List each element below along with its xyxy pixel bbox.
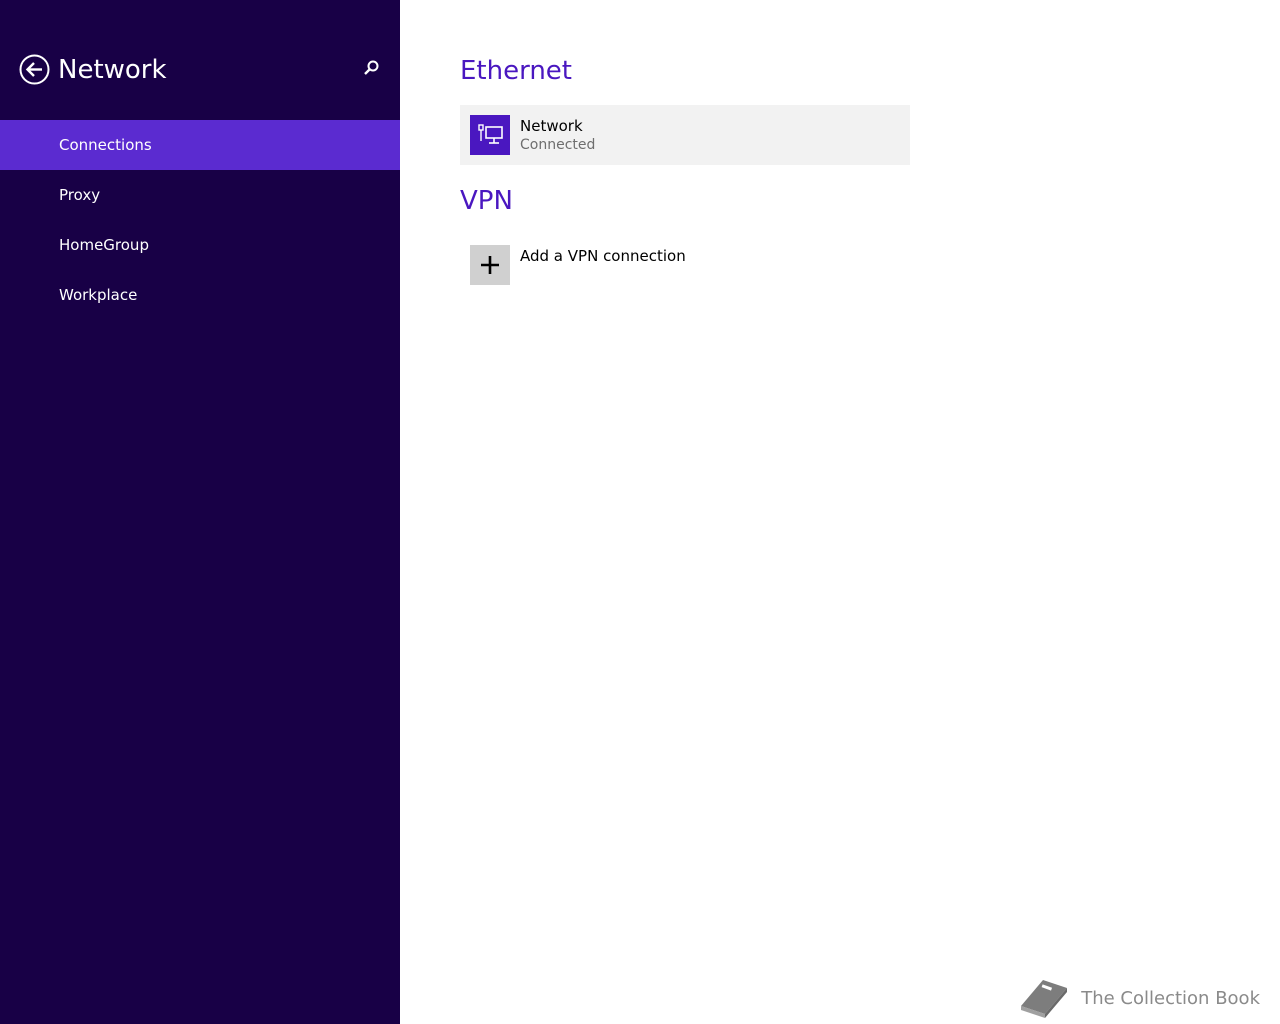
- vpn-heading: VPN: [460, 186, 513, 216]
- connection-name: Network: [520, 117, 583, 135]
- back-arrow-circle-icon[interactable]: [19, 54, 50, 85]
- plus-icon: [470, 245, 510, 285]
- main-content: Ethernet Network Connected VPN Add a VPN…: [400, 0, 1280, 1024]
- page-title: Network: [58, 55, 167, 85]
- sidebar-item-label: Workplace: [59, 286, 138, 304]
- sidebar: Network Connections Proxy HomeGroup Work…: [0, 0, 400, 1024]
- sidebar-item-proxy[interactable]: Proxy: [0, 170, 400, 220]
- sidebar-item-homegroup[interactable]: HomeGroup: [0, 220, 400, 270]
- settings-window: Network Connections Proxy HomeGroup Work…: [0, 0, 1280, 1024]
- sidebar-item-label: Connections: [59, 136, 152, 154]
- ethernet-heading: Ethernet: [460, 56, 572, 86]
- sidebar-item-label: HomeGroup: [59, 236, 149, 254]
- sidebar-item-connections[interactable]: Connections: [0, 120, 400, 170]
- sidebar-nav: Connections Proxy HomeGroup Workplace: [0, 120, 400, 320]
- watermark: The Collection Book: [1017, 976, 1260, 1020]
- search-icon[interactable]: [360, 58, 382, 80]
- add-vpn-label: Add a VPN connection: [520, 247, 686, 265]
- sidebar-item-label: Proxy: [59, 186, 101, 204]
- sidebar-item-workplace[interactable]: Workplace: [0, 270, 400, 320]
- add-vpn-connection-button[interactable]: Add a VPN connection: [460, 235, 910, 295]
- book-icon: [1017, 974, 1071, 1022]
- wired-network-icon: [470, 115, 510, 155]
- ethernet-connection-tile[interactable]: Network Connected: [460, 105, 910, 165]
- watermark-text: The Collection Book: [1081, 987, 1260, 1009]
- connection-status: Connected: [520, 137, 596, 153]
